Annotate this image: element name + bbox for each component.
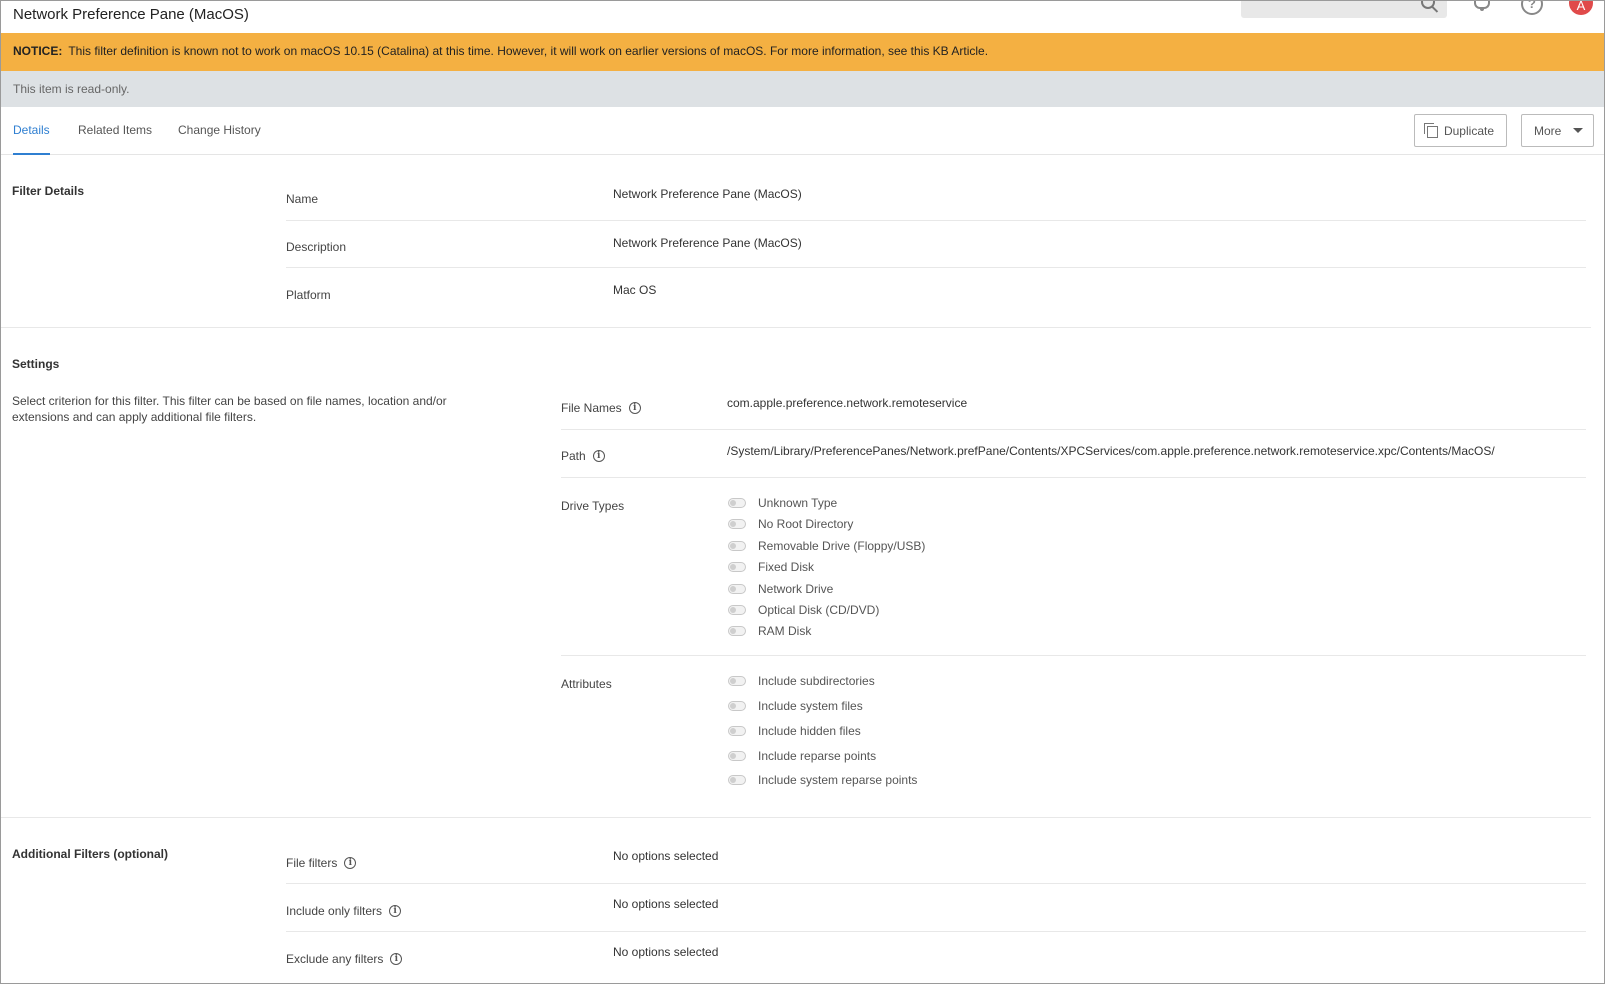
toggle-label: Optical Disk (CD/DVD): [758, 603, 880, 617]
toggle-switch[interactable]: [728, 726, 746, 736]
toggle-switch[interactable]: [728, 562, 746, 572]
toggle-label: Include hidden files: [758, 724, 861, 738]
drive-type-fixed[interactable]: Fixed Disk: [728, 559, 814, 575]
readonly-banner: This item is read-only.: [1, 71, 1604, 107]
file-names-label-text: File Names: [561, 401, 622, 415]
attribute-system-files[interactable]: Include system files: [728, 698, 863, 714]
toggle-switch[interactable]: [728, 584, 746, 594]
toggle-switch[interactable]: [728, 605, 746, 615]
toggle-label: Include system reparse points: [758, 773, 918, 787]
info-icon[interactable]: i: [344, 857, 357, 869]
toggle-label: Include system files: [758, 699, 863, 713]
path-value: /System/Library/PreferencePanes/Network.…: [727, 444, 1495, 458]
app-window: Network Preference Pane (MacOS) ? A NOTI…: [0, 0, 1605, 984]
notice-banner: NOTICE: This filter definition is known n…: [1, 33, 1604, 71]
help-icon[interactable]: ?: [1521, 1, 1543, 15]
drive-type-ram[interactable]: RAM Disk: [728, 623, 811, 639]
attributes-label: Attributes: [561, 677, 612, 691]
page-title: Network Preference Pane (MacOS): [13, 6, 249, 23]
more-button-label: More: [1534, 123, 1562, 138]
search-icon[interactable]: [1421, 1, 1435, 9]
file-filters-label-text: File filters: [286, 856, 338, 870]
divider: [286, 220, 1586, 221]
toggle-label: Include reparse points: [758, 749, 877, 763]
description-label: Description: [286, 240, 347, 254]
drive-types-label: Drive Types: [561, 499, 625, 513]
tab-details[interactable]: Details: [13, 123, 50, 155]
drive-type-removable[interactable]: Removable Drive (Floppy/USB): [728, 538, 925, 554]
path-label: Path i: [561, 449, 605, 463]
settings-title: Settings: [12, 357, 60, 371]
include-only-filters-label: Include only filters i: [286, 904, 402, 918]
platform-value: Mac OS: [613, 283, 657, 297]
toggle-label: Fixed Disk: [758, 560, 815, 574]
duplicate-button-label: Duplicate: [1443, 123, 1494, 138]
divider: [561, 477, 1586, 478]
duplicate-icon: [1424, 122, 1438, 138]
attribute-hidden-files[interactable]: Include hidden files: [728, 723, 861, 739]
toggle-label: Removable Drive (Floppy/USB): [758, 539, 926, 553]
divider: [561, 429, 1586, 430]
chevron-down-icon: [1573, 128, 1584, 133]
tab-bar: Details Related Items Change History Dup…: [1, 107, 1604, 155]
include-only-filters-value: No options selected: [613, 897, 719, 911]
toggle-switch[interactable]: [728, 541, 746, 551]
drive-type-network[interactable]: Network Drive: [728, 581, 833, 597]
file-names-label: File Names i: [561, 401, 641, 415]
toggle-label: Include subdirectories: [758, 674, 875, 688]
exclude-any-filters-label: Exclude any filters i: [286, 952, 403, 966]
toggle-switch[interactable]: [728, 519, 746, 529]
file-names-value: com.apple.preference.network.remoteservi…: [727, 396, 968, 410]
toggle-label: Network Drive: [758, 582, 834, 596]
info-icon[interactable]: i: [628, 402, 641, 414]
toggle-switch[interactable]: [728, 775, 746, 785]
description-value: Network Preference Pane (MacOS): [613, 236, 802, 250]
attribute-reparse-points[interactable]: Include reparse points: [728, 748, 876, 764]
avatar[interactable]: A: [1569, 1, 1593, 15]
attribute-system-reparse-points[interactable]: Include system reparse points: [728, 772, 917, 788]
divider: [286, 267, 1586, 268]
exclude-any-filters-label-text: Exclude any filters: [286, 952, 384, 966]
additional-filters-title: Additional Filters (optional): [12, 847, 168, 861]
notice-text: This filter definition is known not to w…: [68, 44, 989, 58]
include-only-filters-label-text: Include only filters: [286, 904, 383, 918]
tab-related-items[interactable]: Related Items: [78, 123, 152, 155]
toggle-label: RAM Disk: [758, 624, 812, 638]
duplicate-button[interactable]: Duplicate: [1414, 114, 1507, 147]
toggle-switch[interactable]: [728, 676, 746, 686]
info-icon[interactable]: i: [389, 905, 402, 917]
name-label: Name: [286, 192, 319, 206]
divider: [286, 931, 1586, 932]
exclude-any-filters-value: No options selected: [613, 945, 719, 959]
section-divider: [1, 327, 1591, 328]
toggle-label: No Root Directory: [758, 517, 854, 531]
settings-description: Select criterion for this filter. This f…: [12, 394, 447, 424]
search-input[interactable]: [1241, 1, 1447, 18]
top-bar: Network Preference Pane (MacOS) ? A: [1, 1, 1604, 33]
info-icon[interactable]: i: [592, 450, 605, 462]
info-icon[interactable]: i: [390, 953, 403, 965]
tab-change-history[interactable]: Change History: [178, 123, 261, 155]
toggle-switch[interactable]: [728, 498, 746, 508]
divider: [286, 883, 1586, 884]
drive-type-unknown[interactable]: Unknown Type: [728, 495, 837, 511]
filter-details-title: Filter Details: [12, 184, 85, 198]
name-value: Network Preference Pane (MacOS): [613, 187, 802, 201]
file-filters-label: File filters i: [286, 856, 357, 870]
attribute-subdirectories[interactable]: Include subdirectories: [728, 673, 875, 689]
more-button[interactable]: More: [1521, 114, 1594, 147]
drive-type-no-root[interactable]: No Root Directory: [728, 516, 853, 532]
notice-label: NOTICE:: [13, 44, 63, 58]
toggle-switch[interactable]: [728, 701, 746, 711]
drive-type-optical[interactable]: Optical Disk (CD/DVD): [728, 602, 879, 618]
divider: [561, 655, 1586, 656]
toggle-switch[interactable]: [728, 626, 746, 636]
platform-label: Platform: [286, 288, 331, 302]
bell-icon[interactable]: [1474, 1, 1490, 11]
section-divider: [1, 817, 1591, 818]
path-label-text: Path: [561, 449, 586, 463]
file-filters-value: No options selected: [613, 849, 719, 863]
toggle-label: Unknown Type: [758, 496, 838, 510]
toggle-switch[interactable]: [728, 751, 746, 761]
